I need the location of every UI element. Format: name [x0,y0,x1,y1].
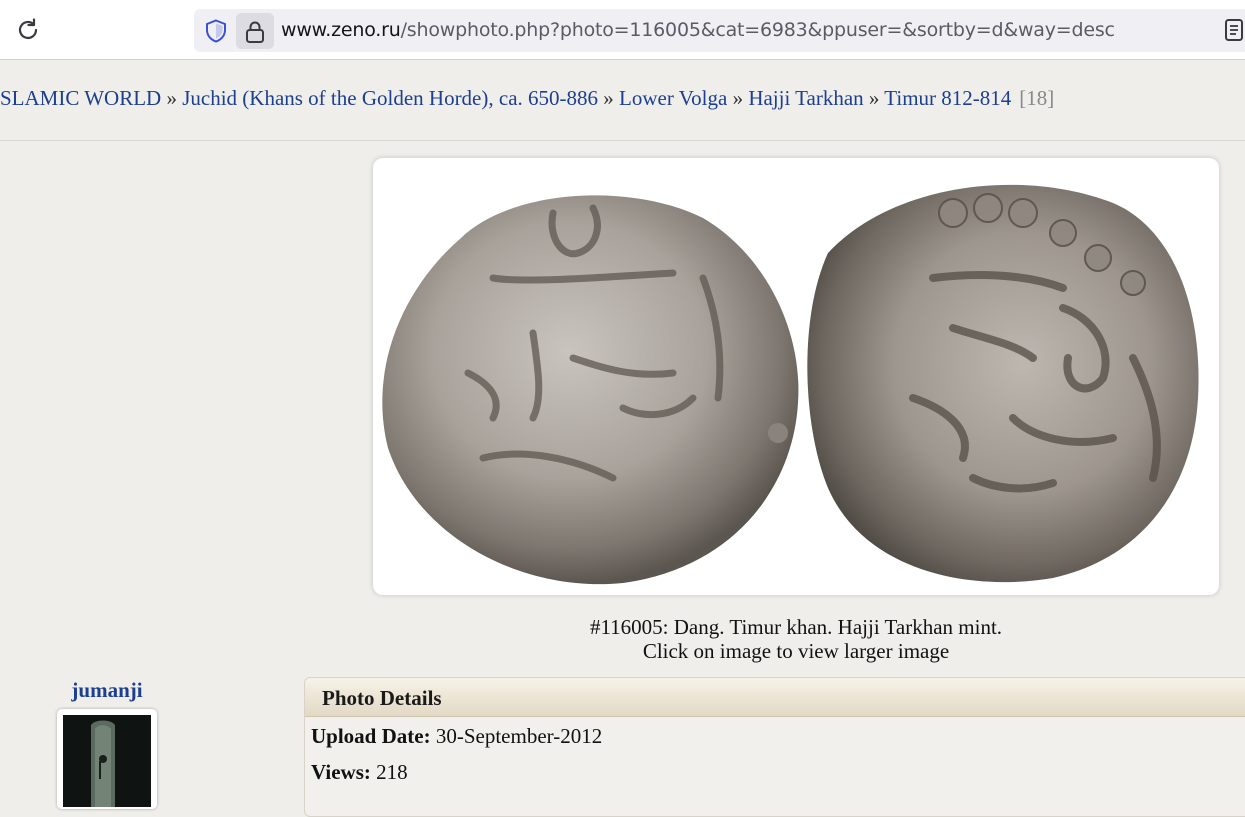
shield-icon[interactable] [203,18,229,44]
url-text[interactable]: www.zeno.ru/showphoto.php?photo=116005&c… [281,19,1115,41]
breadcrumb-photo-count: [18] [1019,86,1055,110]
coin-obverse [382,195,799,585]
breadcrumb-link-lower-volga[interactable]: Lower Volga [619,86,727,110]
address-bar[interactable]: www.zeno.ru/showphoto.php?photo=116005&c… [194,9,1245,52]
reader-view-icon[interactable] [1224,18,1244,47]
uploader-name[interactable]: jumanji [0,678,214,703]
breadcrumb-separator: » [166,86,177,110]
breadcrumb-separator: » [603,86,614,110]
photo-caption: #116005: Dang. Timur khan. Hajji Tarkhan… [373,615,1219,663]
avatar-image [63,715,151,807]
upload-date-label: Upload Date: [311,724,431,748]
coin-reverse [807,184,1199,583]
breadcrumb-separator: » [868,86,880,110]
breadcrumb-separator: » [732,86,744,110]
breadcrumb: SLAMIC WORLD » Juchid (Khans of the Gold… [0,86,1245,116]
reload-icon[interactable] [14,16,42,44]
coin-image [382,184,1199,585]
photo-title: #116005: Dang. Timur khan. Hajji Tarkhan… [589,615,1003,639]
views-row: Views: 218 [311,760,408,785]
photo-details-panel: Photo Details Upload Date: 30-September-… [304,677,1245,817]
avatar[interactable] [57,709,157,809]
photo-hint: Click on image to view larger image [642,639,950,663]
photo-details-title: Photo Details [305,678,1245,717]
upload-date-value: 30-September-2012 [435,724,603,748]
breadcrumb-link-hajji-tarkhan[interactable]: Hajji Tarkhan [748,86,863,110]
breadcrumb-divider [0,140,1245,141]
breadcrumb-link-juchid[interactable]: Juchid (Khans of the Golden Horde), ca. … [182,86,598,110]
browser-toolbar: www.zeno.ru/showphoto.php?photo=116005&c… [0,0,1245,60]
views-label: Views: [311,760,371,784]
breadcrumb-link-islamic-world[interactable]: SLAMIC WORLD [0,86,161,110]
breadcrumb-link-timur[interactable]: Timur 812-814 [884,86,1011,110]
url-path: /showphoto.php?photo=116005&cat=6983&ppu… [400,19,1115,41]
lock-icon[interactable] [236,13,274,49]
upload-date-row: Upload Date: 30-September-2012 [311,724,602,749]
url-host: www.zeno.ru [281,19,401,41]
coin-photo[interactable] [373,158,1219,595]
views-value: 218 [376,760,408,784]
